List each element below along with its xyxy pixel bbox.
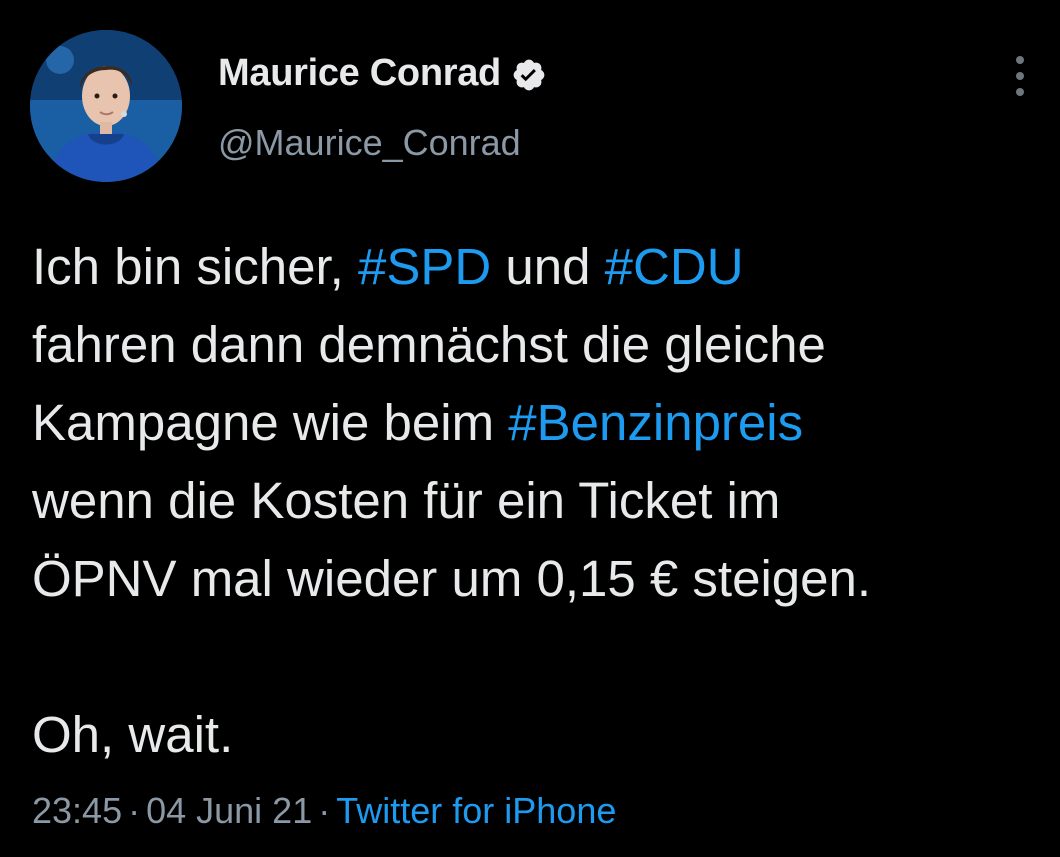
tweet-text-segment: fahren dann demnächst die gleiche: [32, 316, 826, 373]
tweet-text-segment: wenn die Kosten für ein Ticket im: [32, 472, 781, 529]
hashtag-benzinpreis[interactable]: #Benzinpreis: [508, 394, 803, 451]
more-dot: [1016, 56, 1024, 64]
tweet-line: Oh, wait.: [32, 696, 1042, 774]
meta-separator: ·: [128, 790, 141, 831]
tweet-text-segment: ÖPNV mal wieder um 0,15 € steigen.: [32, 550, 872, 607]
hashtag-cdu[interactable]: #CDU: [605, 238, 744, 295]
tweet-line: fahren dann demnächst die gleiche: [32, 306, 1042, 384]
tweet-text-segment: und: [491, 238, 605, 295]
meta-separator: ·: [318, 790, 331, 831]
more-dot: [1016, 88, 1024, 96]
tweet-line: Ich bin sicher, #SPD und #CDU: [32, 228, 1042, 306]
tweet-text: Ich bin sicher, #SPD und #CDU fahren dan…: [32, 228, 1042, 774]
tweet-line: ÖPNV mal wieder um 0,15 € steigen.: [32, 540, 1042, 618]
tweet-line: wenn die Kosten für ein Ticket im: [32, 462, 1042, 540]
tweet-meta: 23:45 · 04 Juni 21 · Twitter for iPhone: [32, 790, 616, 832]
tweet-text-segment: Oh, wait.: [32, 706, 234, 763]
avatar-photo-icon: [30, 30, 182, 182]
more-dot: [1016, 72, 1024, 80]
avatar[interactable]: [30, 30, 182, 182]
author-name[interactable]: Maurice Conrad: [218, 52, 501, 95]
tweet-card: Maurice Conrad @Maurice_Conrad Ich bin s…: [0, 0, 1060, 857]
verified-badge-icon: [511, 57, 547, 93]
author-handle[interactable]: @Maurice_Conrad: [218, 122, 521, 164]
author-name-row: Maurice Conrad: [218, 52, 547, 95]
hashtag-spd[interactable]: #SPD: [358, 238, 491, 295]
more-vertical-icon[interactable]: [1000, 52, 1040, 100]
tweet-text-segment: Ich bin sicher,: [32, 238, 358, 295]
tweet-source-link[interactable]: Twitter for iPhone: [336, 790, 616, 831]
tweet-line: Kampagne wie beim #Benzinpreis: [32, 384, 1042, 462]
tweet-time: 23:45: [32, 790, 123, 831]
tweet-text-segment: Kampagne wie beim: [32, 394, 509, 451]
tweet-date: 04 Juni 21: [146, 790, 313, 831]
